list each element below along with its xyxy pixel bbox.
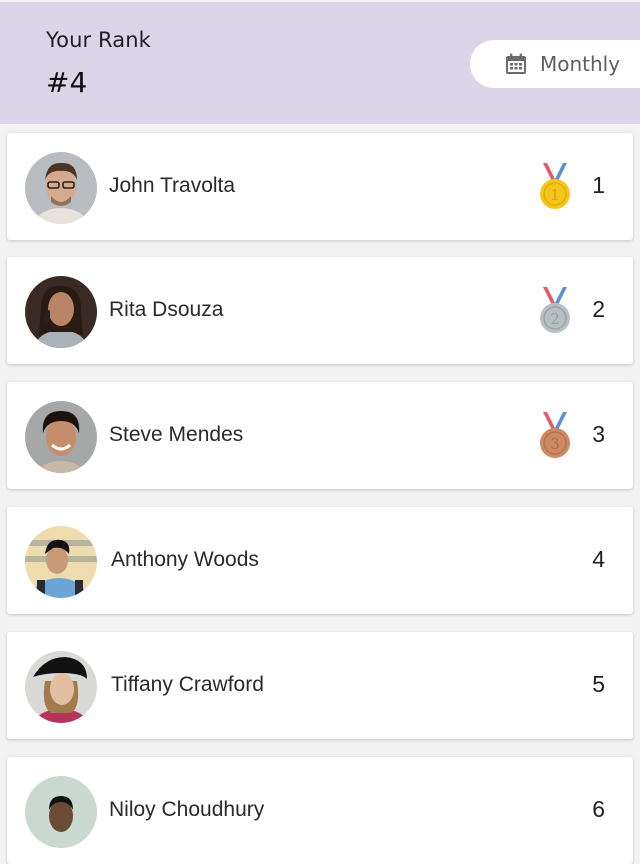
- rank-number: 1: [592, 172, 605, 198]
- rank-number: 4: [592, 546, 605, 572]
- leaderboard-row[interactable]: Rita Dsouza 2 2: [7, 257, 633, 364]
- avatar: [25, 526, 97, 598]
- avatar: [25, 401, 97, 473]
- leaderboard-row[interactable]: Anthony Woods 4: [7, 507, 633, 614]
- svg-text:1: 1: [550, 186, 560, 204]
- rank-number: 6: [592, 796, 605, 822]
- silver-medal-icon: 2: [535, 285, 575, 335]
- period-label: Monthly: [540, 52, 621, 76]
- your-rank-header: Your Rank #4 Monthly: [0, 2, 640, 124]
- player-name: John Travolta: [109, 174, 236, 197]
- avatar-image: [25, 526, 97, 598]
- player-name: Steve Mendes: [109, 423, 244, 446]
- rank-number: 3: [592, 421, 605, 447]
- gold-medal-icon: 1: [535, 161, 575, 211]
- leaderboard-row[interactable]: Steve Mendes 3 3: [7, 382, 633, 489]
- period-filter-button[interactable]: Monthly: [470, 40, 640, 88]
- leaderboard-row[interactable]: Niloy Choudhury 6: [7, 757, 633, 864]
- player-name: Anthony Woods: [111, 548, 259, 571]
- rank-number: 2: [592, 296, 605, 322]
- leaderboard-row[interactable]: Tiffany Crawford 5: [7, 632, 633, 739]
- svg-text:2: 2: [550, 310, 560, 328]
- player-name: Rita Dsouza: [109, 298, 224, 321]
- svg-text:3: 3: [550, 435, 560, 453]
- avatar-image: [25, 776, 97, 848]
- calendar-icon: [506, 53, 526, 74]
- leaderboard-row[interactable]: John Travolta 1 1: [7, 133, 633, 240]
- rank-number: 5: [592, 671, 605, 697]
- player-name: Niloy Choudhury: [109, 798, 265, 821]
- avatar: [25, 152, 97, 224]
- avatar-image: [25, 401, 97, 473]
- avatar-image: [25, 276, 97, 348]
- avatar-image: [25, 152, 97, 224]
- your-rank-label: Your Rank: [46, 28, 151, 52]
- bronze-medal-icon: 3: [535, 410, 575, 460]
- player-name: Tiffany Crawford: [111, 673, 264, 696]
- your-rank-value: #4: [46, 66, 88, 99]
- avatar-image: [25, 651, 97, 723]
- avatar: [25, 776, 97, 848]
- avatar: [25, 276, 97, 348]
- avatar: [25, 651, 97, 723]
